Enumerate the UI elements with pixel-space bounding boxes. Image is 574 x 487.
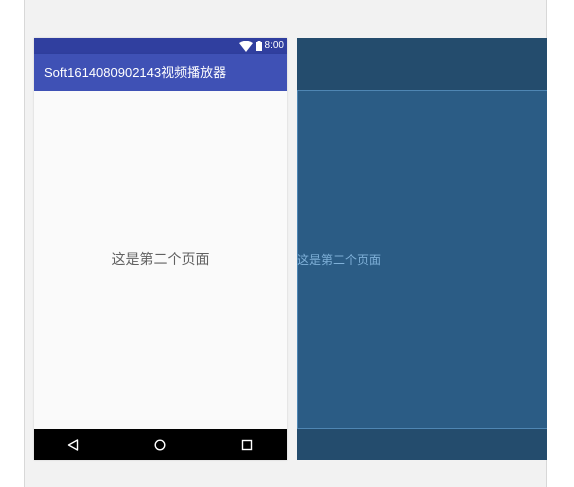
recents-button[interactable] [227, 429, 267, 460]
design-preview: 8:00 Soft1614080902143视频播放器 这是第二个页面 [34, 38, 287, 460]
home-icon [154, 438, 166, 451]
app-title: Soft1614080902143视频播放器 [44, 65, 227, 80]
status-time: 8:00 [264, 40, 284, 51]
status-bar: 8:00 [34, 38, 287, 54]
back-button[interactable] [53, 429, 93, 460]
page-text[interactable]: 这是第二个页面 [34, 91, 287, 429]
blueprint-text[interactable]: 这是第二个页面 [297, 252, 381, 268]
battery-icon [255, 41, 262, 51]
blueprint-preview: 这是第二个页面 [297, 38, 547, 460]
content-area: 这是第二个页面 [34, 91, 287, 429]
blueprint-navigation-bar [297, 428, 547, 460]
navigation-bar [34, 429, 287, 460]
recents-icon [241, 439, 253, 450]
home-button[interactable] [140, 429, 180, 460]
back-icon [67, 438, 79, 451]
status-icons: 8:00 [238, 40, 284, 52]
wifi-icon [238, 40, 253, 52]
blueprint-app-bar [297, 38, 547, 91]
app-bar: Soft1614080902143视频播放器 [34, 54, 287, 91]
